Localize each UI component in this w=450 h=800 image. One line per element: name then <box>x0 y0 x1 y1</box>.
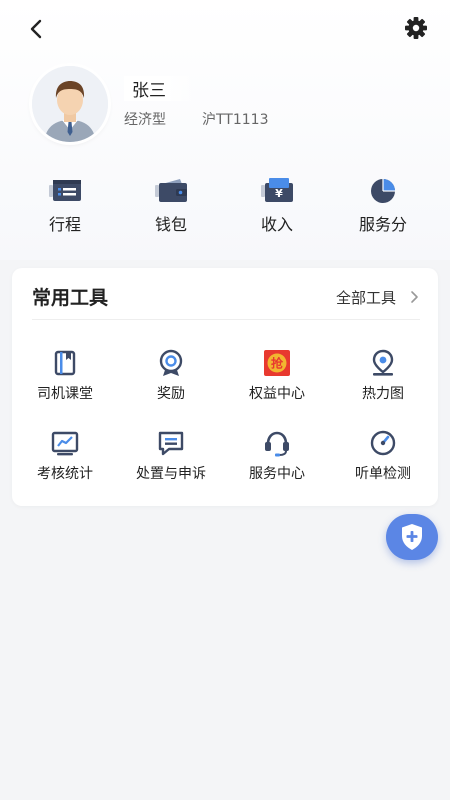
tool-rewards[interactable]: 奖励 <box>118 349 224 409</box>
tool-label: 奖励 <box>157 386 185 402</box>
driver-avatar-icon <box>32 66 108 142</box>
all-tools-link[interactable]: 全部工具 <box>336 284 420 310</box>
quick-action-label: 行程 <box>48 215 81 234</box>
tool-label: 考核统计 <box>37 466 93 482</box>
location-pin-icon <box>372 349 394 376</box>
quick-actions: 行程 钱包 ¥ 收入 服务分 <box>0 176 450 240</box>
svg-text:抢: 抢 <box>271 356 284 371</box>
medal-icon <box>159 349 183 376</box>
back-button[interactable] <box>22 14 52 44</box>
grab-badge-icon: 抢 <box>264 350 290 376</box>
chevron-left-icon <box>30 19 42 39</box>
tool-label: 司机课堂 <box>37 386 93 402</box>
chart-board-icon <box>51 431 79 456</box>
quick-action-trip[interactable]: 行程 <box>20 176 110 240</box>
top-bar <box>0 0 450 56</box>
gauge-icon <box>370 430 396 456</box>
gear-icon <box>405 17 427 39</box>
quick-action-wallet[interactable]: 钱包 <box>126 176 216 240</box>
income-yen-icon: ¥ <box>261 178 293 202</box>
headset-icon <box>265 431 289 457</box>
chevron-right-icon <box>411 291 418 303</box>
shield-plus-icon <box>402 524 422 550</box>
tool-label: 听单检测 <box>355 466 411 482</box>
driver-profile: 张三 经济型 沪TT1113 <box>0 60 450 150</box>
card-title: 常用工具 <box>32 287 109 309</box>
divider <box>32 319 420 320</box>
driver-name: 张三 <box>124 76 196 101</box>
tool-order-listening-check[interactable]: 听单检测 <box>330 429 436 489</box>
quick-action-service-score[interactable]: 服务分 <box>338 176 428 240</box>
trip-card-icon <box>49 180 81 201</box>
license-plate: 沪TT1113 <box>202 112 269 128</box>
car-type-label: 经济型 <box>124 112 166 128</box>
tool-label: 服务中心 <box>249 466 305 482</box>
tool-heatmap[interactable]: 热力图 <box>330 349 436 409</box>
tool-assessment-stats[interactable]: 考核统计 <box>12 429 118 489</box>
tool-benefits-center[interactable]: 抢 权益中心 <box>224 349 330 409</box>
quick-action-label: 钱包 <box>154 215 187 234</box>
tool-driver-class[interactable]: 司机课堂 <box>12 349 118 409</box>
tool-label: 处置与申诉 <box>136 466 206 482</box>
tool-label: 权益中心 <box>249 386 305 402</box>
safety-shield-button[interactable] <box>386 514 438 560</box>
avatar[interactable] <box>32 66 108 142</box>
settings-button[interactable] <box>402 14 430 42</box>
quick-action-label: 服务分 <box>358 215 407 234</box>
quick-action-label: 收入 <box>260 215 293 234</box>
message-icon <box>158 431 184 456</box>
book-icon <box>54 350 76 376</box>
wallet-icon <box>155 179 187 202</box>
tool-disposal-appeal[interactable]: 处置与申诉 <box>118 429 224 489</box>
pie-score-icon <box>371 179 395 203</box>
common-tools-card: 常用工具 全部工具 司机课堂 奖励 抢 权益中心 热力图 考核统计 处置与申诉 … <box>12 268 438 506</box>
quick-action-income[interactable]: ¥ 收入 <box>232 176 322 240</box>
tool-service-center[interactable]: 服务中心 <box>224 429 330 489</box>
tool-label: 热力图 <box>362 386 404 402</box>
all-tools-label: 全部工具 <box>335 288 396 307</box>
svg-text:¥: ¥ <box>275 187 283 200</box>
